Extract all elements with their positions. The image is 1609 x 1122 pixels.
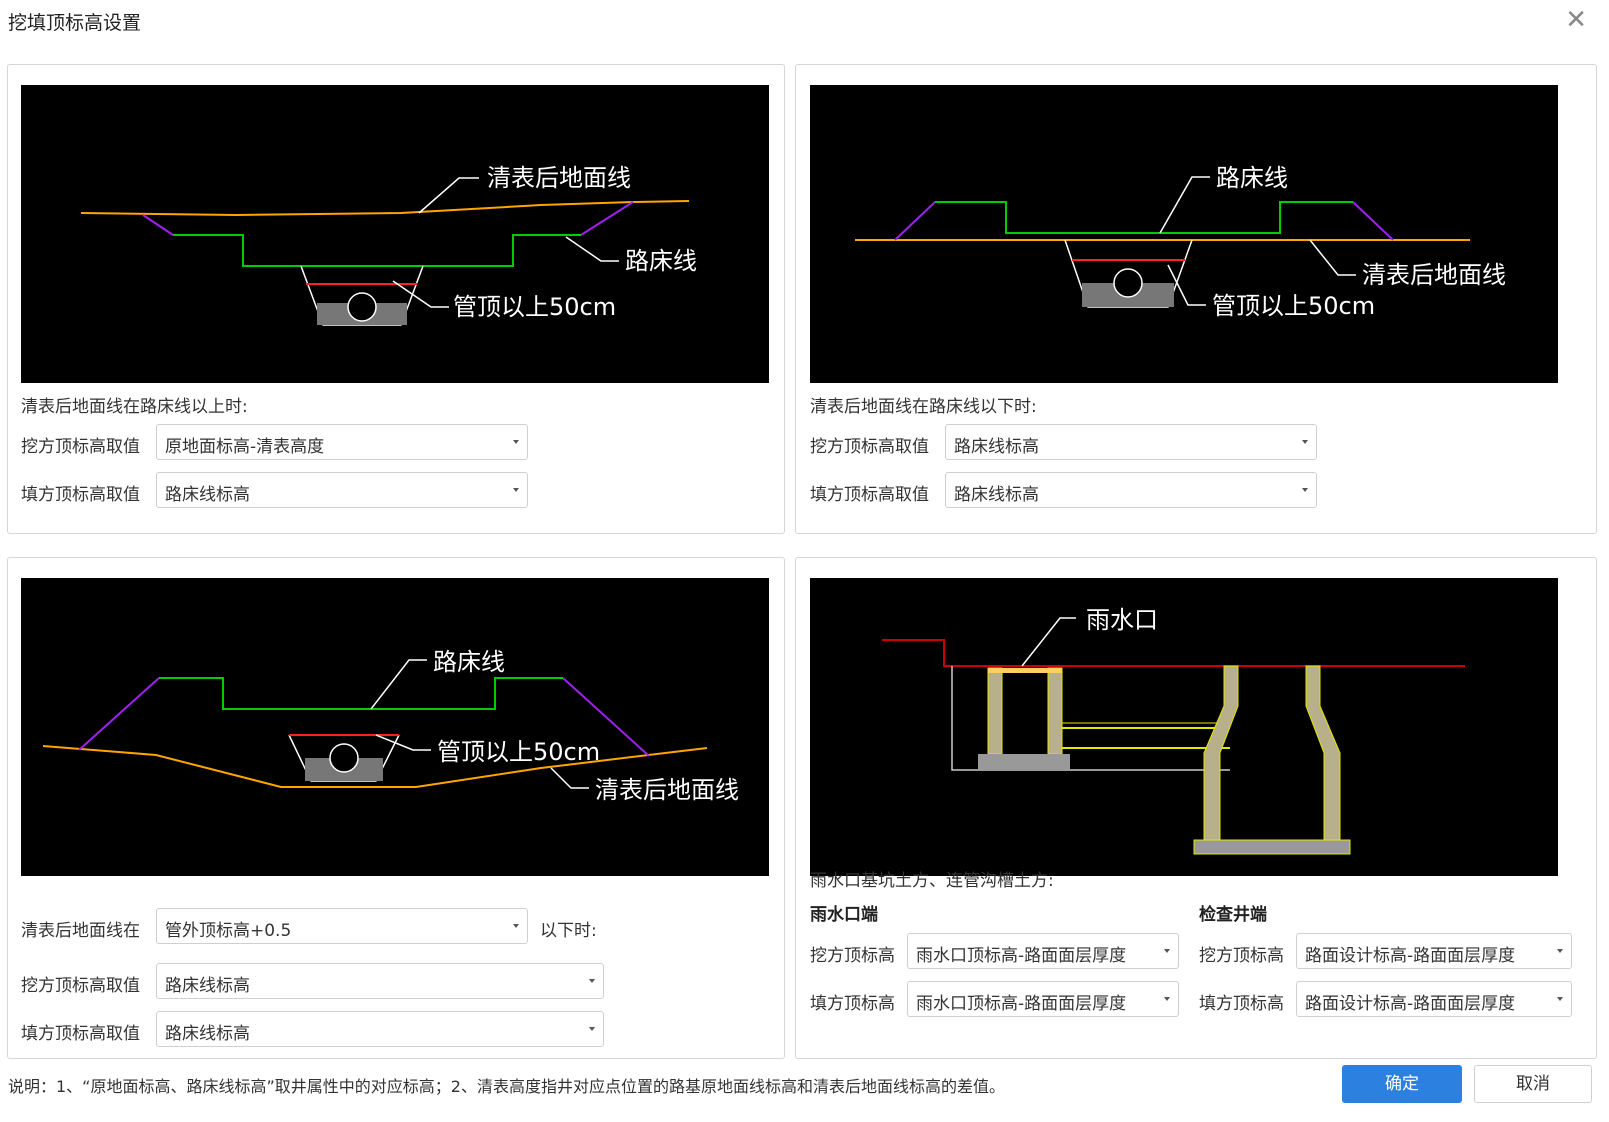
well-fill-select[interactable]: 路面设计标高-路面面层厚度 [1296,981,1572,1017]
well-cut-label: 挖方顶标高 [1199,946,1284,966]
cad-diagram-rain-inlet: 雨水口 [810,578,1558,876]
panel-rain-inlet: 雨水口 雨水口基坑土方、连管沟槽土方: 雨水口端 挖方顶标高 雨水口顶标高-路面… [795,557,1597,1059]
fill-top-label: 填方顶标高取值 [810,485,929,505]
chevron-down-icon [513,488,519,492]
fill-top-label: 填方顶标高取值 [21,485,140,505]
fill-top-label: 填方顶标高取值 [21,1024,140,1044]
inlet-cut-select[interactable]: 雨水口顶标高-路面面层厚度 [907,933,1179,969]
cut-top-select[interactable]: 路床线标高 [945,424,1317,460]
cut-top-select[interactable]: 原地面标高-清表高度 [156,424,528,460]
fill-top-select[interactable]: 路床线标高 [945,472,1317,508]
chevron-down-icon [1302,488,1308,492]
close-icon[interactable]: ✕ [1565,6,1587,34]
cad-diagram-below: 路床线 清表后地面线 管顶以上50cm [810,85,1558,383]
inlet-fill-select[interactable]: 雨水口顶标高-路面面层厚度 [907,981,1179,1017]
cut-top-value: 原地面标高-清表高度 [165,437,325,457]
cut-top-select[interactable]: 路床线标高 [156,963,604,999]
well-fill-value: 路面设计标高-路面面层厚度 [1305,994,1516,1014]
condition-prefix: 清表后地面线在 [21,921,140,941]
fill-top-value: 路床线标高 [954,485,1039,505]
inlet-end-title: 雨水口端 [810,905,878,925]
panel-above-subgrade: 清表后地面线 路床线 管顶以上50cm 清表后地面线在路床线以上时: 挖方顶标高… [7,64,785,534]
label-pipe-top: 管顶以上50cm [437,738,600,766]
panel-pipe-clearance: 路床线 管顶以上50cm 清表后地面线 清表后地面线在 管外顶标高+0.5 以下… [7,557,785,1059]
cut-top-label: 挖方顶标高取值 [21,437,140,457]
well-end-title: 检查井端 [1199,905,1267,925]
fill-top-value: 路床线标高 [165,485,250,505]
chevron-down-icon [513,440,519,444]
condition-suffix: 以下时: [540,921,597,941]
well-fill-label: 填方顶标高 [1199,994,1284,1014]
dialog-title: 挖填顶标高设置 [8,12,142,34]
condition-select[interactable]: 管外顶标高+0.5 [156,908,528,944]
chevron-down-icon [589,979,595,983]
cad-diagram-above: 清表后地面线 路床线 管顶以上50cm [21,85,769,383]
label-pipe-top: 管顶以上50cm [1212,292,1375,320]
inlet-cut-value: 雨水口顶标高-路面面层厚度 [916,946,1127,966]
condition-label: 清表后地面线在路床线以上时: [21,397,248,417]
well-cut-value: 路面设计标高-路面面层厚度 [1305,946,1516,966]
fill-top-value: 路床线标高 [165,1024,250,1044]
cut-top-label: 挖方顶标高取值 [21,976,140,996]
condition-value: 管外顶标高+0.5 [165,921,292,941]
label-ground-line: 清表后地面线 [487,164,631,192]
label-ground-line: 清表后地面线 [1362,261,1506,289]
cut-top-value: 路床线标高 [954,437,1039,457]
cad-diagram-pipe-clearance: 路床线 管顶以上50cm 清表后地面线 [21,578,769,876]
label-subgrade-line: 路床线 [1216,164,1288,192]
ok-button[interactable]: 确定 [1342,1065,1462,1103]
chevron-down-icon [1164,997,1170,1001]
cut-top-label: 挖方顶标高取值 [810,437,929,457]
chevron-down-icon [1557,997,1563,1001]
condition-label: 清表后地面线在路床线以下时: [810,397,1037,417]
footer-note: 说明：1、“原地面标高、路床线标高”取井属性中的对应标高；2、清表高度指井对应点… [8,1077,1005,1096]
chevron-down-icon [513,924,519,928]
fill-top-select[interactable]: 路床线标高 [156,1011,604,1047]
chevron-down-icon [589,1027,595,1031]
inlet-fill-value: 雨水口顶标高-路面面层厚度 [916,994,1127,1014]
inlet-cut-label: 挖方顶标高 [810,946,895,966]
cancel-button[interactable]: 取消 [1474,1065,1592,1103]
fill-top-select[interactable]: 路床线标高 [156,472,528,508]
title-bar: 挖填顶标高设置 ✕ [0,0,1609,44]
label-subgrade-line: 路床线 [625,247,697,275]
chevron-down-icon [1164,949,1170,953]
chevron-down-icon [1302,440,1308,444]
well-cut-select[interactable]: 路面设计标高-路面面层厚度 [1296,933,1572,969]
label-rain-inlet: 雨水口 [1086,606,1158,634]
chevron-down-icon [1557,949,1563,953]
label-subgrade-line: 路床线 [433,648,505,676]
label-pipe-top: 管顶以上50cm [453,293,616,321]
inlet-fill-label: 填方顶标高 [810,994,895,1014]
cut-top-value: 路床线标高 [165,976,250,996]
label-ground-line: 清表后地面线 [595,776,739,804]
panel-below-subgrade: 路床线 清表后地面线 管顶以上50cm 清表后地面线在路床线以下时: 挖方顶标高… [795,64,1597,534]
section-heading: 雨水口基坑土方、连管沟槽土方: [810,871,1054,891]
